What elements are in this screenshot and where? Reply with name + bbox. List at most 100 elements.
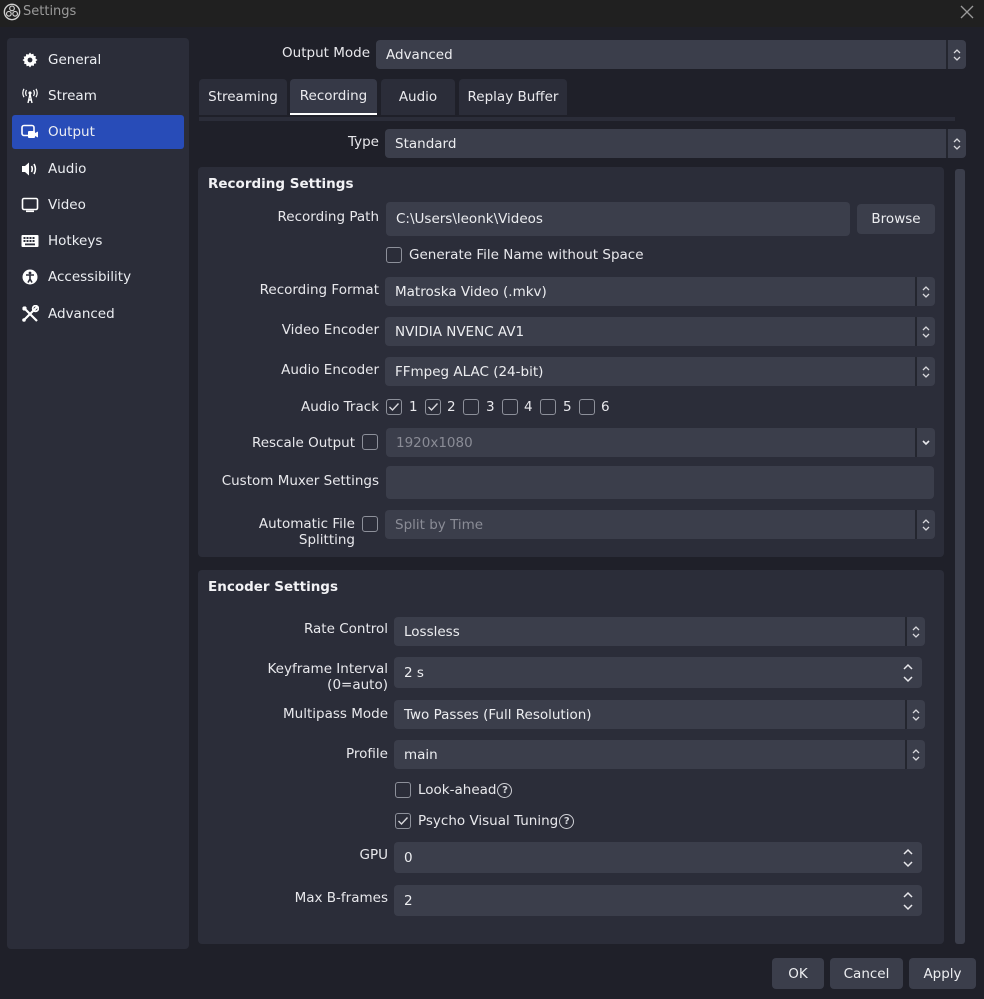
profile-select[interactable]: main xyxy=(394,740,925,769)
help-icon[interactable]: ? xyxy=(559,813,575,829)
updown-chevron-icon xyxy=(915,277,935,306)
browse-button[interactable]: Browse xyxy=(857,204,935,234)
tab-label: Audio xyxy=(398,89,438,105)
no-space-label: Generate File Name without Space xyxy=(409,247,644,263)
tab-audio[interactable]: Audio xyxy=(381,79,455,115)
tab-replay-buffer[interactable]: Replay Buffer xyxy=(459,79,567,115)
output-mode-value: Advanced xyxy=(386,46,453,63)
audio-track-label: Audio Track xyxy=(301,399,379,415)
antenna-icon xyxy=(21,87,39,105)
profile-value: main xyxy=(404,746,438,763)
sidebar: General Stream Output Audio Video Hotkey… xyxy=(7,38,189,949)
sidebar-item-hotkeys[interactable]: Hotkeys xyxy=(12,224,184,258)
updown-chevron-icon xyxy=(946,129,966,158)
video-encoder-select[interactable]: NVIDIA NVENC AV1 xyxy=(385,317,935,346)
output-mode-label: Output Mode xyxy=(282,45,370,61)
audio-track-2-checkbox[interactable] xyxy=(425,399,441,415)
multipass-mode-value: Two Passes (Full Resolution) xyxy=(404,706,592,723)
video-encoder-value: NVIDIA NVENC AV1 xyxy=(395,323,525,340)
look-ahead-text: Look-ahead xyxy=(418,782,497,798)
max-bframes-spinbox[interactable]: 2 xyxy=(394,885,922,916)
output-icon xyxy=(21,123,39,141)
cancel-button-label: Cancel xyxy=(843,965,890,982)
ok-button[interactable]: OK xyxy=(772,958,824,989)
updown-chevron-icon xyxy=(905,617,925,646)
max-bframes-value: 2 xyxy=(404,892,413,909)
recording-format-value: Matroska Video (.mkv) xyxy=(395,283,547,300)
apply-button[interactable]: Apply xyxy=(909,958,976,989)
file-splitting-label: Automatic File Splitting xyxy=(258,516,355,548)
output-mode-select[interactable]: Advanced xyxy=(376,40,966,69)
tab-streaming[interactable]: Streaming xyxy=(199,79,287,115)
keyboard-icon xyxy=(21,232,39,250)
sidebar-item-video[interactable]: Video xyxy=(12,188,184,222)
tools-icon xyxy=(21,305,39,323)
tab-recording[interactable]: Recording xyxy=(290,79,377,115)
keyframe-interval-label: Keyframe Interval (0=auto) xyxy=(267,661,389,693)
updown-chevron-icon xyxy=(905,740,925,769)
max-bframes-label: Max B-frames xyxy=(294,890,388,906)
sidebar-item-general[interactable]: General xyxy=(12,43,184,77)
audio-track-2-label: 2 xyxy=(447,399,456,415)
look-ahead-checkbox[interactable] xyxy=(395,782,411,798)
file-splitting-checkbox[interactable] xyxy=(362,516,378,532)
recording-format-label: Recording Format xyxy=(259,282,379,298)
cancel-button[interactable]: Cancel xyxy=(830,958,903,989)
updown-chevron-icon xyxy=(915,317,935,346)
gpu-label: GPU xyxy=(359,847,388,863)
browse-button-label: Browse xyxy=(871,211,921,227)
sidebar-item-accessibility[interactable]: Accessibility xyxy=(12,260,184,294)
rate-control-label: Rate Control xyxy=(303,621,388,637)
rate-control-select[interactable]: Lossless xyxy=(394,617,925,646)
tab-label: Replay Buffer xyxy=(467,89,559,105)
vertical-scrollbar[interactable] xyxy=(955,169,965,944)
updown-chevron-icon xyxy=(946,40,966,69)
help-icon[interactable]: ? xyxy=(497,782,513,798)
encoder-settings-title: Encoder Settings xyxy=(208,579,339,595)
rescale-output-checkbox[interactable] xyxy=(362,434,378,450)
psycho-visual-checkbox[interactable] xyxy=(395,813,411,829)
apply-button-label: Apply xyxy=(923,965,962,982)
type-label: Type xyxy=(347,134,379,150)
checkmark-icon xyxy=(398,817,409,826)
audio-track-6-label: 6 xyxy=(601,399,610,415)
rescale-output-select[interactable]: 1920x1080 xyxy=(386,428,935,457)
audio-track-1-checkbox[interactable] xyxy=(386,399,402,415)
keyframe-interval-spinbox[interactable]: 2 s xyxy=(394,657,922,688)
multipass-mode-select[interactable]: Two Passes (Full Resolution) xyxy=(394,700,925,729)
sidebar-item-stream[interactable]: Stream xyxy=(12,79,184,113)
sidebar-item-advanced[interactable]: Advanced xyxy=(12,297,184,331)
monitor-icon xyxy=(21,196,39,214)
updown-chevron-icon xyxy=(905,700,925,729)
file-splitting-value: Split by Time xyxy=(395,516,484,533)
recording-path-input[interactable]: C:\Users\leonk\Videos xyxy=(386,202,850,236)
custom-muxer-input[interactable] xyxy=(386,466,934,499)
spin-arrows-icon[interactable] xyxy=(898,842,918,873)
type-value: Standard xyxy=(395,135,457,152)
profile-label: Profile xyxy=(346,746,388,762)
gpu-spinbox[interactable]: 0 xyxy=(394,842,922,873)
audio-track-6-checkbox[interactable] xyxy=(579,399,595,415)
speaker-icon xyxy=(21,160,39,178)
tab-label: Recording xyxy=(299,88,368,104)
accessibility-icon xyxy=(21,268,39,286)
audio-track-1-label: 1 xyxy=(409,399,418,415)
gpu-value: 0 xyxy=(404,849,413,866)
spin-arrows-icon[interactable] xyxy=(898,885,918,916)
sidebar-item-output[interactable]: Output xyxy=(12,115,184,149)
no-space-checkbox[interactable] xyxy=(386,247,402,263)
sidebar-item-label: Audio xyxy=(48,161,87,177)
rescale-output-value: 1920x1080 xyxy=(396,434,473,451)
sidebar-item-audio[interactable]: Audio xyxy=(12,152,184,186)
close-icon[interactable] xyxy=(958,3,976,21)
audio-track-3-checkbox[interactable] xyxy=(463,399,479,415)
file-splitting-select[interactable]: Split by Time xyxy=(385,510,935,539)
audio-encoder-select[interactable]: FFmpeg ALAC (24-bit) xyxy=(385,357,935,386)
recording-format-select[interactable]: Matroska Video (.mkv) xyxy=(385,277,935,306)
audio-track-5-checkbox[interactable] xyxy=(540,399,556,415)
updown-chevron-icon xyxy=(915,357,935,386)
audio-track-4-checkbox[interactable] xyxy=(502,399,518,415)
type-select[interactable]: Standard xyxy=(385,129,966,158)
audio-encoder-value: FFmpeg ALAC (24-bit) xyxy=(395,363,544,380)
spin-arrows-icon[interactable] xyxy=(898,657,918,688)
